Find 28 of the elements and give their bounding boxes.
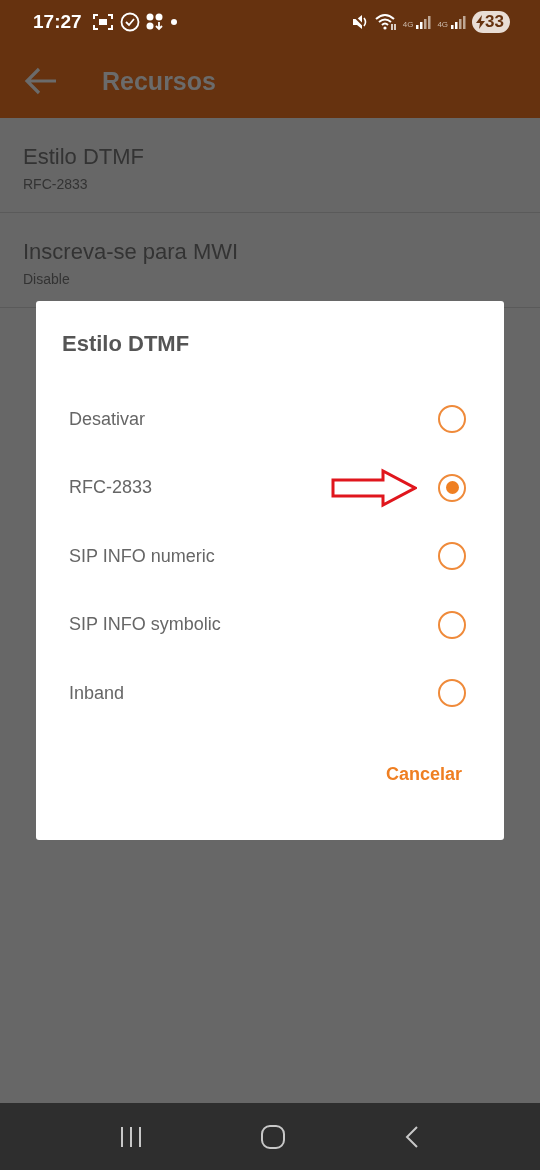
screenshot-icon — [91, 13, 114, 31]
option-label[interactable]: SIP INFO symbolic — [69, 614, 438, 636]
screen-title: Recursos — [102, 66, 216, 96]
notification-dot-icon — [169, 18, 178, 26]
signal-icon — [450, 15, 467, 29]
wifi-icon — [374, 13, 397, 31]
check-circle-icon — [119, 12, 140, 32]
recent-apps-icon[interactable] — [118, 1124, 144, 1149]
network-type-label: 4G — [402, 20, 414, 29]
apps-icon — [145, 13, 164, 31]
home-icon[interactable] — [260, 1123, 286, 1150]
mute-icon — [350, 13, 369, 31]
radio-button[interactable] — [438, 473, 466, 502]
radio-button[interactable] — [438, 405, 466, 434]
option-label[interactable]: Desativar — [69, 408, 438, 430]
radio-button[interactable] — [438, 679, 466, 708]
signal-icon — [415, 15, 432, 29]
charging-icon — [476, 15, 486, 29]
option-label[interactable]: Inband — [69, 682, 438, 704]
dialog-title: Estilo DTMF — [61, 331, 191, 357]
status-time: 17:27 — [33, 11, 82, 33]
network-type-label: 4G — [437, 20, 449, 29]
radio-button[interactable] — [438, 542, 466, 571]
radio-button[interactable] — [438, 610, 466, 639]
back-arrow-icon[interactable] — [24, 67, 58, 95]
option-label[interactable]: RFC-2833 — [69, 477, 438, 499]
battery-level: 33 — [485, 12, 504, 32]
option-label[interactable]: SIP INFO numeric — [69, 545, 438, 567]
